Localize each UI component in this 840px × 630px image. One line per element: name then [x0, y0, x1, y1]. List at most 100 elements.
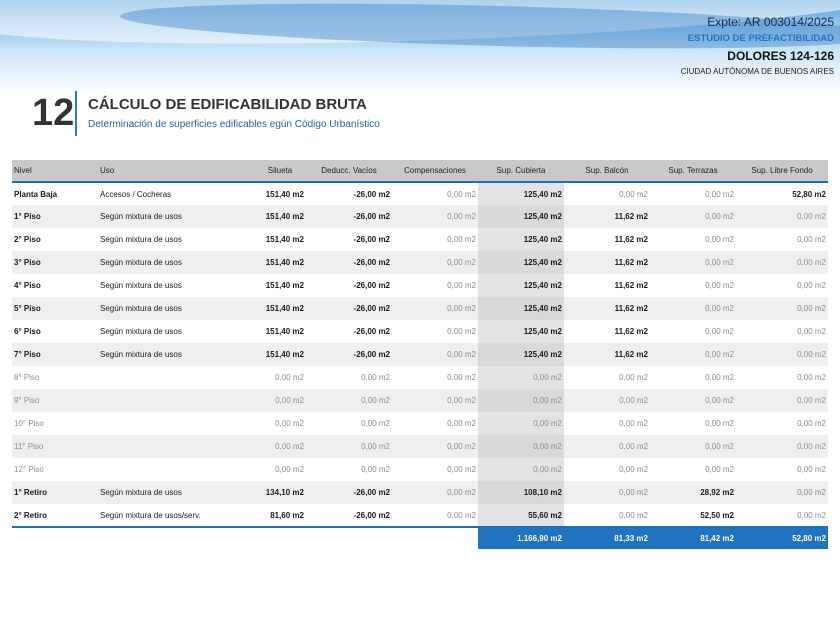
cell-deducc-vacios: 0,00 m2 [306, 389, 392, 412]
cell-deducc-vacios: -26,00 m2 [306, 205, 392, 228]
cell-deducc-vacios: 0,00 m2 [306, 412, 392, 435]
cell-sup-cubierta: 0,00 m2 [478, 412, 564, 435]
cell-deducc-vacios: -26,00 m2 [306, 182, 392, 205]
cell-compensaciones: 0,00 m2 [392, 412, 478, 435]
cell-uso: Según mixtura de usos [98, 228, 254, 251]
cell-uso [98, 389, 254, 412]
cell-sup-cubierta: 125,40 m2 [478, 297, 564, 320]
cell-sup-balcon: 0,00 m2 [564, 366, 650, 389]
table-row: 9° Piso 0,00 m2 0,00 m2 0,00 m2 0,00 m2 0,00 … [12, 389, 828, 412]
cell-sup-terrazas: 28,92 m2 [650, 481, 736, 504]
totals-spacer [12, 527, 478, 549]
cell-sup-terrazas: 0,00 m2 [650, 435, 736, 458]
cell-sup-libre-fondo: 0,00 m2 [736, 504, 828, 528]
cell-sup-cubierta: 55,60 m2 [478, 504, 564, 528]
cell-compensaciones: 0,00 m2 [392, 504, 478, 528]
cell-deducc-vacios: 0,00 m2 [306, 366, 392, 389]
total-cubierta: 1.166,90 m2 [478, 527, 564, 549]
cell-sup-balcon: 0,00 m2 [564, 481, 650, 504]
cell-sup-libre-fondo: 0,00 m2 [736, 389, 828, 412]
header-info: Expte: AR 003014/2025 ESTUDIO DE PREFACT… [681, 14, 834, 78]
cell-sup-balcon: 0,00 m2 [564, 435, 650, 458]
table-row: 7° Piso Según mixtura de usos 151,40 m2 -26… [12, 343, 828, 366]
cell-sup-balcon: 0,00 m2 [564, 504, 650, 528]
cell-nivel: 1° Piso [12, 205, 98, 228]
cell-sup-libre-fondo: 0,00 m2 [736, 205, 828, 228]
cell-uso [98, 458, 254, 481]
cell-sup-cubierta: 125,40 m2 [478, 182, 564, 205]
cell-silueta: 151,40 m2 [254, 343, 306, 366]
cell-silueta: 81,60 m2 [254, 504, 306, 528]
cell-sup-terrazas: 0,00 m2 [650, 366, 736, 389]
cell-sup-balcon: 11,62 m2 [564, 205, 650, 228]
cell-deducc-vacios: -26,00 m2 [306, 504, 392, 528]
cell-sup-cubierta: 0,00 m2 [478, 366, 564, 389]
cell-compensaciones: 0,00 m2 [392, 343, 478, 366]
table-row: 2° Retiro Según mixtura de usos/serv. 81,6… [12, 504, 828, 528]
table-row: 4° Piso Según mixtura de usos 151,40 m2 -26… [12, 274, 828, 297]
cell-sup-balcon: 11,62 m2 [564, 274, 650, 297]
cell-sup-cubierta: 108,10 m2 [478, 481, 564, 504]
cell-uso: Accesos / Cocheras [98, 182, 254, 205]
cell-sup-terrazas: 0,00 m2 [650, 458, 736, 481]
cell-sup-libre-fondo: 0,00 m2 [736, 412, 828, 435]
table-row: Planta Baja Accesos / Cocheras 151,40 m2 -2… [12, 182, 828, 205]
cell-sup-cubierta: 125,40 m2 [478, 343, 564, 366]
cell-uso [98, 435, 254, 458]
cell-sup-balcon: 0,00 m2 [564, 458, 650, 481]
cell-sup-terrazas: 0,00 m2 [650, 182, 736, 205]
cell-deducc-vacios: -26,00 m2 [306, 274, 392, 297]
cell-uso [98, 366, 254, 389]
cell-sup-cubierta: 0,00 m2 [478, 435, 564, 458]
cell-compensaciones: 0,00 m2 [392, 481, 478, 504]
table-row: 10° Piso 0,00 m2 0,00 m2 0,00 m2 0,00 m2 0,00… [12, 412, 828, 435]
cell-silueta: 151,40 m2 [254, 297, 306, 320]
cell-sup-terrazas: 52,50 m2 [650, 504, 736, 528]
cell-uso: Según mixtura de usos/serv. [98, 504, 254, 528]
cell-sup-libre-fondo: 52,80 m2 [736, 182, 828, 205]
cell-compensaciones: 0,00 m2 [392, 389, 478, 412]
column-header: Sup. Balcón [564, 160, 650, 183]
cell-nivel: 1° Retiro [12, 481, 98, 504]
table-row: 1° Retiro Según mixtura de usos 134,10 m2-… [12, 481, 828, 504]
cell-compensaciones: 0,00 m2 [392, 228, 478, 251]
table-row: 1° Piso Según mixtura de usos 151,40 m2 -26… [12, 205, 828, 228]
cell-sup-balcon: 11,62 m2 [564, 251, 650, 274]
cell-sup-balcon: 11,62 m2 [564, 228, 650, 251]
cell-sup-cubierta: 125,40 m2 [478, 251, 564, 274]
column-header: Sup. Libre Fondo [736, 160, 828, 183]
edificabilidad-table: Nivel Uso Silueta Deducc. Vacíos Compens… [12, 160, 828, 549]
cell-nivel: 4° Piso [12, 274, 98, 297]
cell-sup-balcon: 11,62 m2 [564, 343, 650, 366]
section-divider [75, 91, 77, 136]
cell-nivel: 8° Piso [12, 366, 98, 389]
column-header: Sup. Cubierta [478, 160, 564, 183]
section-title: CÁLCULO DE EDIFICABILIDAD BRUTA [88, 96, 367, 113]
cell-silueta: 0,00 m2 [254, 458, 306, 481]
cell-sup-terrazas: 0,00 m2 [650, 343, 736, 366]
cell-sup-terrazas: 0,00 m2 [650, 274, 736, 297]
cell-compensaciones: 0,00 m2 [392, 205, 478, 228]
table-row: 5° Piso Según mixtura de usos 151,40 m2 -26… [12, 297, 828, 320]
cell-sup-libre-fondo: 0,00 m2 [736, 481, 828, 504]
cell-sup-terrazas: 0,00 m2 [650, 251, 736, 274]
cell-silueta: 151,40 m2 [254, 274, 306, 297]
cell-sup-balcon: 11,62 m2 [564, 320, 650, 343]
total-terrazas: 81,42 m2 [650, 527, 736, 549]
cell-nivel: 10° Piso [12, 412, 98, 435]
cell-nivel: 9° Piso [12, 389, 98, 412]
cell-compensaciones: 0,00 m2 [392, 458, 478, 481]
cell-silueta: 151,40 m2 [254, 320, 306, 343]
cell-silueta: 151,40 m2 [254, 182, 306, 205]
column-header: Compensaciones [392, 160, 478, 183]
cell-nivel: 3° Piso [12, 251, 98, 274]
cell-nivel: Planta Baja [12, 182, 98, 205]
cell-compensaciones: 0,00 m2 [392, 251, 478, 274]
column-header: Nivel [12, 160, 98, 183]
cell-sup-libre-fondo: 0,00 m2 [736, 435, 828, 458]
cell-sup-balcon: 0,00 m2 [564, 182, 650, 205]
cell-deducc-vacios: 0,00 m2 [306, 435, 392, 458]
table-row: 12° Piso 0,00 m2 0,00 m2 0,00 m2 0,00 m2 0,00… [12, 458, 828, 481]
table-header-row: Nivel Uso Silueta Deducc. Vacíos Compens… [12, 160, 828, 183]
cell-uso [98, 412, 254, 435]
